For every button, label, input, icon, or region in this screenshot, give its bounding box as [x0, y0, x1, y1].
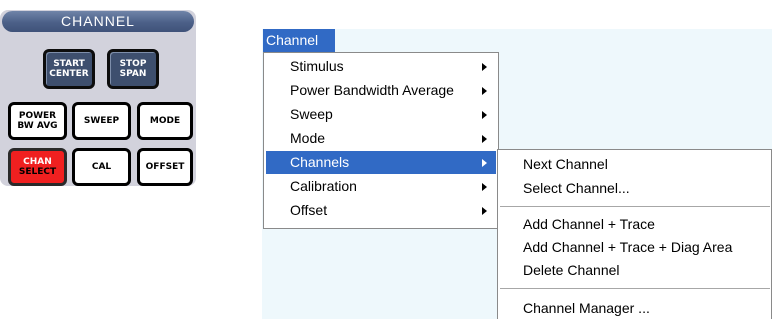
menu-separator: [500, 288, 770, 289]
channel-hardkey-panel: CHANNEL START CENTER STOP SPAN POWER BW …: [0, 10, 196, 186]
submenu-item-add-channel-trace[interactable]: Add Channel + Trace: [500, 213, 770, 236]
menu-item-label: Offset: [290, 202, 328, 218]
submenu-arrow-icon: [482, 183, 487, 191]
menu-item-power-bandwidth-average[interactable]: Power Bandwidth Average: [266, 79, 496, 102]
submenu-item-next-channel[interactable]: Next Channel: [500, 153, 770, 176]
menubar-channel[interactable]: Channel: [263, 29, 335, 52]
offset-key[interactable]: OFFSET: [137, 148, 193, 186]
menu-item-label: Mode: [290, 130, 326, 146]
submenu-arrow-icon: [482, 63, 487, 71]
menu-item-calibration[interactable]: Calibration: [266, 175, 496, 198]
screen: CHANNEL START CENTER STOP SPAN POWER BW …: [0, 0, 772, 319]
submenu-item-channel-manager[interactable]: Channel Manager ...: [500, 297, 770, 319]
menu-item-channels[interactable]: Channels: [266, 151, 496, 174]
panel-title: CHANNEL: [2, 11, 194, 32]
menu-item-label: Sweep: [290, 106, 333, 122]
submenu-arrow-icon: [482, 87, 487, 95]
sweep-key[interactable]: SWEEP: [72, 102, 131, 140]
menu-item-label: Channels: [290, 154, 350, 170]
submenu-item-add-channel-trace-diag-area[interactable]: Add Channel + Trace + Diag Area: [500, 236, 770, 259]
submenu-item-delete-channel[interactable]: Delete Channel: [500, 259, 770, 282]
cal-key[interactable]: CAL: [72, 148, 131, 186]
chan-select-label-top: CHAN: [23, 157, 52, 167]
menu-item-label: Power Bandwidth Average: [290, 82, 454, 98]
menu-item-offset[interactable]: Offset: [266, 199, 496, 222]
submenu-arrow-icon: [482, 111, 487, 119]
mode-key[interactable]: MODE: [137, 102, 193, 140]
power-bw-avg-key[interactable]: POWER BW AVG: [8, 102, 67, 140]
channels-submenu: Next Channel Select Channel... Add Chann…: [497, 149, 772, 319]
menu-item-mode[interactable]: Mode: [266, 127, 496, 150]
menu-item-stimulus[interactable]: Stimulus: [266, 55, 496, 78]
start-center-key[interactable]: START CENTER: [43, 49, 95, 89]
menu-separator: [500, 206, 770, 207]
menu-item-label: Stimulus: [290, 58, 344, 74]
submenu-arrow-icon: [482, 135, 487, 143]
stop-span-key[interactable]: STOP SPAN: [107, 49, 159, 89]
chan-select-label-bottom: SELECT: [18, 167, 57, 177]
submenu-item-select-channel[interactable]: Select Channel...: [500, 177, 770, 200]
chan-select-key[interactable]: CHAN SELECT: [8, 148, 67, 186]
submenu-arrow-icon: [482, 159, 487, 167]
submenu-arrow-icon: [482, 207, 487, 215]
channel-menu: Stimulus Power Bandwidth Average Sweep M…: [263, 52, 499, 229]
menu-item-label: Calibration: [290, 178, 357, 194]
menu-item-sweep[interactable]: Sweep: [266, 103, 496, 126]
